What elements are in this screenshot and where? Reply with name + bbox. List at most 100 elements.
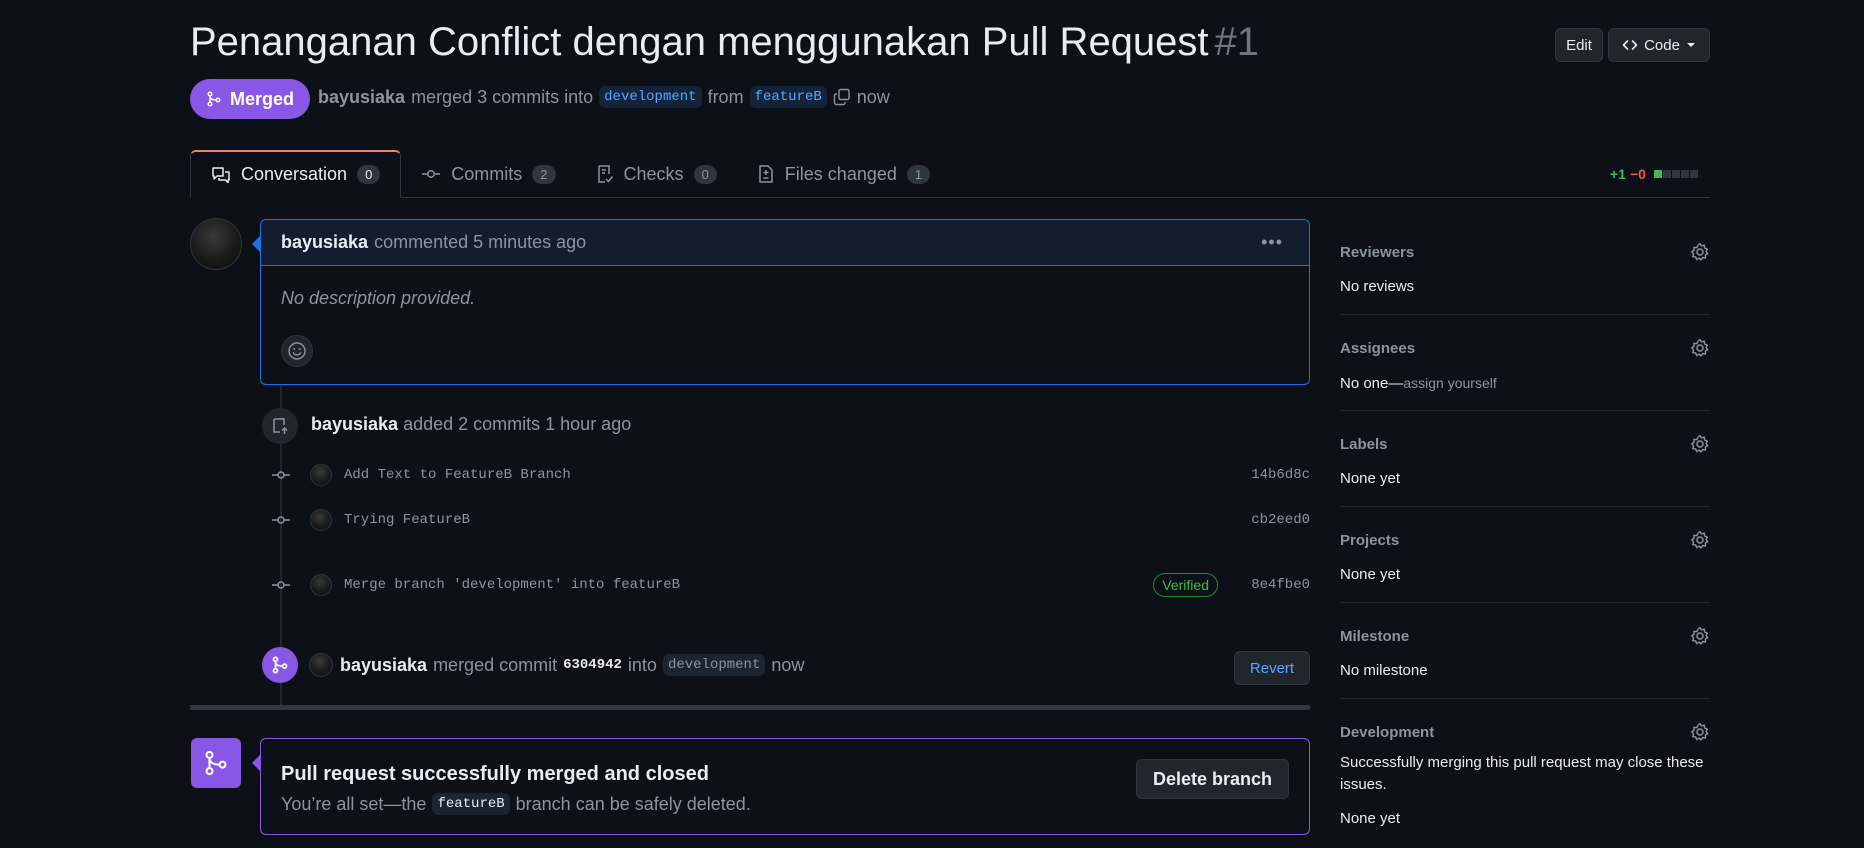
sidebar-divider (1340, 314, 1710, 315)
gear-icon[interactable] (1690, 626, 1710, 646)
avatar[interactable] (310, 509, 332, 531)
sidebar-labels-value: None yet (1340, 470, 1401, 487)
merge-icon (191, 738, 241, 788)
diffstat-bar (1653, 170, 1698, 178)
sidebar-reviewers-value: No reviews (1340, 278, 1415, 295)
merge-time: now (856, 86, 890, 107)
sidebar-development-desc: Successfully merging this pull request m… (1340, 754, 1704, 793)
edit-button[interactable]: Edit (1555, 28, 1603, 62)
git-commit-icon (270, 514, 292, 526)
merge-status-box: Pull request successfully merged and clo… (260, 738, 1310, 835)
sidebar-projects-title[interactable]: Projects (1340, 532, 1399, 549)
list-item: Merge branch 'development' into featureB… (270, 570, 1310, 600)
sidebar-labels-title[interactable]: Labels (1340, 436, 1388, 453)
tab-checks[interactable]: Checks 0 (576, 150, 737, 198)
diffstat-square (1680, 170, 1689, 178)
base-branch[interactable]: development (599, 86, 702, 108)
comment-author[interactable]: bayusiaka (281, 232, 368, 253)
diffstat-square (1671, 170, 1680, 178)
commit-sha[interactable]: 8e4fbe0 (1251, 577, 1310, 593)
code-button[interactable]: Code (1608, 28, 1710, 62)
page-title: Penanganan Conflict dengan menggunakan P… (190, 20, 1259, 65)
sidebar-milestone: Milestone No milestone (1340, 626, 1710, 682)
diffstat: +1 −0 (1610, 166, 1698, 182)
sidebar-reviewers-title[interactable]: Reviewers (1340, 244, 1414, 261)
assign-yourself-link[interactable]: assign yourself (1403, 375, 1496, 391)
tab-conversation-label: Conversation (241, 164, 348, 184)
git-commit-icon (270, 469, 292, 481)
code-icon (1622, 40, 1638, 50)
comment-meta[interactable]: commented 5 minutes ago (374, 232, 586, 253)
list-item: Add Text to FeatureB Branch 14b6d8c (270, 460, 1310, 490)
merged-status-badge: Merged (190, 79, 310, 119)
sidebar-assignees: Assignees No one—assign yourself (1340, 338, 1710, 395)
commit-message[interactable]: Add Text to FeatureB Branch (344, 467, 571, 483)
sidebar-milestone-title[interactable]: Milestone (1340, 628, 1409, 645)
avatar[interactable] (309, 653, 333, 677)
repo-push-icon (262, 408, 298, 444)
tab-commits[interactable]: Commits 2 (401, 150, 575, 198)
kebab-horizontal-icon[interactable]: ••• (1261, 232, 1283, 253)
sidebar-development: Development Successfully merging this pu… (1340, 722, 1710, 830)
revert-button[interactable]: Revert (1234, 651, 1310, 685)
merge-icon (207, 91, 221, 107)
tab-files-changed[interactable]: Files changed 1 (737, 150, 950, 198)
sidebar-divider (1340, 410, 1710, 411)
delete-branch-button[interactable]: Delete branch (1136, 759, 1289, 799)
sidebar-projects: Projects None yet (1340, 530, 1710, 586)
file-diff-icon (759, 165, 773, 183)
tab-commits-count: 2 (532, 164, 556, 184)
merge-target-branch[interactable]: development (662, 654, 766, 676)
comment-box: bayusiaka commented 5 minutes ago ••• No… (260, 219, 1310, 385)
gear-icon[interactable] (1690, 434, 1710, 454)
commits-event: bayusiaka added 2 commits 1 hour ago (311, 414, 631, 435)
from-text: from (707, 86, 744, 107)
commits-event-meta: added 2 commits 1 hour ago (403, 414, 632, 434)
commit-sha[interactable]: cb2eed0 (1251, 512, 1310, 528)
merge-status-subtitle: You’re all set—the featureB branch can b… (281, 793, 751, 815)
gear-icon[interactable] (1690, 338, 1710, 358)
head-branch[interactable]: featureB (749, 86, 827, 108)
commit-sha[interactable]: 14b6d8c (1251, 467, 1310, 483)
merge-status-text-before: You’re all set—the (281, 793, 427, 814)
merge-status-title: Pull request successfully merged and clo… (281, 763, 709, 785)
deletable-branch: featureB (432, 793, 510, 815)
author-link[interactable]: bayusiaka (318, 87, 405, 108)
add-reaction-button[interactable] (281, 335, 313, 367)
sidebar-development-title[interactable]: Development (1340, 724, 1434, 741)
merge-icon (262, 647, 298, 683)
diffstat-square (1689, 170, 1698, 178)
merge-event-time: now (771, 654, 805, 675)
avatar[interactable] (310, 464, 332, 486)
commit-message[interactable]: Trying FeatureB (344, 512, 470, 528)
comment-pointer (252, 236, 260, 252)
commits-event-author[interactable]: bayusiaka (311, 414, 398, 434)
avatar[interactable] (310, 574, 332, 596)
git-commit-icon (422, 170, 441, 178)
timeline-end-divider (190, 705, 1310, 710)
tab-conversation[interactable]: Conversation 0 (190, 150, 402, 198)
merge-event-author[interactable]: bayusiaka (340, 655, 427, 676)
gear-icon[interactable] (1690, 242, 1710, 262)
sidebar-assignees-title[interactable]: Assignees (1340, 340, 1415, 357)
copy-icon[interactable] (833, 88, 851, 106)
tab-files-changed-count: 1 (906, 164, 931, 184)
merge-event: bayusiaka merged commit 6304942 into dev… (340, 654, 804, 676)
verified-badge[interactable]: Verified (1153, 573, 1218, 597)
commit-message[interactable]: Merge branch 'development' into featureB (344, 577, 680, 593)
smiley-icon (288, 342, 306, 360)
sidebar-projects-value: None yet (1340, 566, 1401, 583)
merge-commit-sha[interactable]: 6304942 (563, 657, 622, 673)
sidebar-divider (1340, 698, 1710, 699)
diffstat-deletions: −0 (1629, 166, 1646, 182)
gear-icon[interactable] (1690, 530, 1710, 550)
pr-number: #1 (1214, 20, 1260, 64)
gear-icon[interactable] (1690, 722, 1710, 742)
pr-tabs: Conversation 0 Commits 2 Checks 0 Files … (190, 150, 950, 198)
avatar[interactable] (190, 218, 242, 270)
merge-event-action: merged commit (433, 654, 558, 675)
tab-conversation-count: 0 (357, 165, 381, 184)
pr-meta: bayusiaka merged 3 commits into developm… (318, 86, 890, 108)
sidebar-divider (1340, 602, 1710, 603)
pr-title: Penanganan Conflict dengan menggunakan P… (190, 20, 1209, 64)
